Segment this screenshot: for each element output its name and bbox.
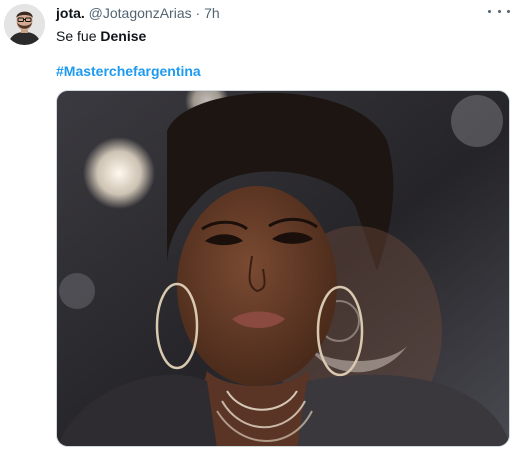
tweet-text: Se fue Denise <box>56 27 146 45</box>
separator-dot: · <box>195 5 201 21</box>
more-dot <box>497 9 501 13</box>
more-horizontal-icon[interactable] <box>488 4 510 18</box>
tweet-card[interactable]: jota. @JotagonzArias · 7h Se fue Denise … <box>0 0 524 456</box>
more-dot <box>488 9 491 13</box>
more-dot <box>507 9 510 13</box>
tweet-media-image[interactable] <box>56 90 510 447</box>
tweet-text-bold: Denise <box>100 28 147 44</box>
display-name[interactable]: jota. <box>56 5 85 21</box>
tweet-text-plain: Se fue <box>56 28 101 44</box>
avatar[interactable] <box>4 4 45 45</box>
hashtag-link[interactable]: #Masterchefargentina <box>56 62 201 80</box>
timestamp[interactable]: 7h <box>204 5 220 21</box>
user-handle[interactable]: @JotagonzArias <box>89 5 192 21</box>
tweet-header: jota. @JotagonzArias · 7h <box>56 4 494 22</box>
